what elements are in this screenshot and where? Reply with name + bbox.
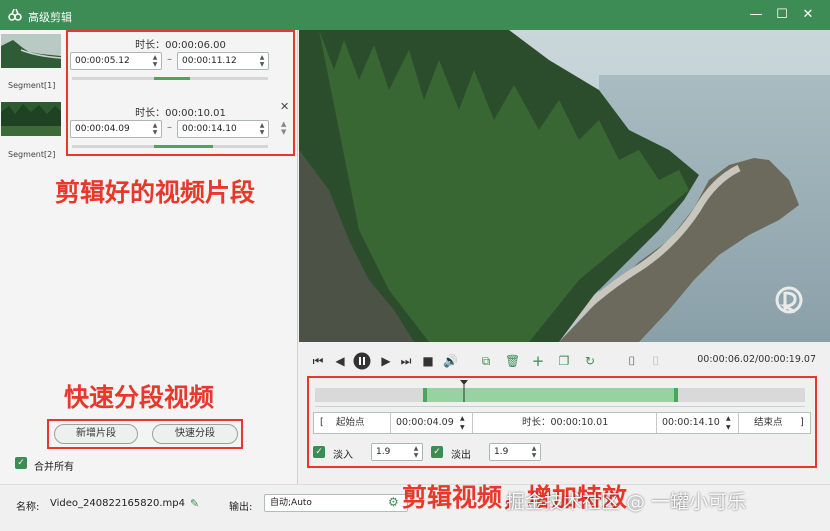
app-logo-icon (8, 8, 22, 21)
edit-pencil-icon[interactable]: ✎ (190, 497, 199, 510)
delete-icon[interactable]: 🗑 (505, 354, 520, 368)
split-icon[interactable]: ⧉ (479, 354, 493, 368)
pause-icon[interactable] (353, 352, 371, 370)
annotation-clips: 剪辑好的视频片段 (55, 178, 256, 207)
step-back-icon[interactable]: ◀ (333, 354, 347, 368)
segment-label: Segment[1] (8, 81, 56, 90)
quick-split-button[interactable]: 快速分段 (152, 424, 238, 444)
video-preview[interactable] (299, 30, 830, 342)
annotation-box (66, 30, 295, 156)
step-forward-icon[interactable]: ▶ (379, 354, 393, 368)
settings-gear-icon[interactable]: ⚙ (388, 495, 399, 509)
editor-panel: ⏮ ◀ ▶ ⏭ ■ 🔊 ⧉ 🗑 + ❐ ↻ ⌷ ⌷ 00:00:06.02/00… (299, 342, 830, 484)
file-name: Video_240822165820.mp4 (50, 498, 185, 509)
add-icon[interactable]: + (531, 354, 545, 369)
skip-to-start-icon[interactable]: ⏮ (311, 354, 325, 368)
output-label: 输出: (229, 502, 253, 513)
output-value: 自动;Auto (270, 498, 312, 508)
stop-icon[interactable]: ■ (421, 354, 435, 368)
watermark: 掘金技术社区 @ 一罐小可乐 (506, 491, 747, 513)
mark-in-icon[interactable]: ⌷ (625, 354, 639, 368)
new-segment-button[interactable]: 新增片段 (54, 424, 138, 444)
merge-all-checkbox[interactable]: ✓ (15, 457, 27, 469)
segment-panel: Segment[1] 时长：00:00:06.00 00:00:05.12 ▲ ▼… (0, 30, 298, 484)
mark-out-icon[interactable]: ⌷ (649, 354, 663, 368)
annotation-box (307, 376, 817, 468)
close-button[interactable]: ✕ (798, 6, 818, 24)
output-select[interactable]: 自动;Auto (264, 494, 408, 512)
volume-icon[interactable]: 🔊 (443, 354, 458, 368)
minimize-button[interactable]: — (746, 6, 766, 24)
annotation-quick-split: 快速分段视频 (64, 383, 215, 412)
reset-icon[interactable]: ↻ (583, 354, 597, 368)
window-title: 高级剪辑 (28, 11, 72, 24)
skip-to-end-icon[interactable]: ⏭ (399, 354, 413, 368)
playback-time: 00:00:06.02/00:00:19.07 (697, 354, 816, 365)
merge-all-label: 合并所有 (34, 462, 74, 473)
maximize-button[interactable]: ☐ (772, 6, 792, 24)
segment-thumbnail[interactable] (1, 102, 61, 136)
name-label: 名称: (16, 502, 40, 513)
title-bar: 高级剪辑 — ☐ ✕ (0, 0, 830, 30)
segment-label: Segment[2] (8, 150, 56, 159)
segment-thumbnail[interactable] (1, 34, 61, 68)
copy-icon[interactable]: ❐ (557, 354, 571, 368)
